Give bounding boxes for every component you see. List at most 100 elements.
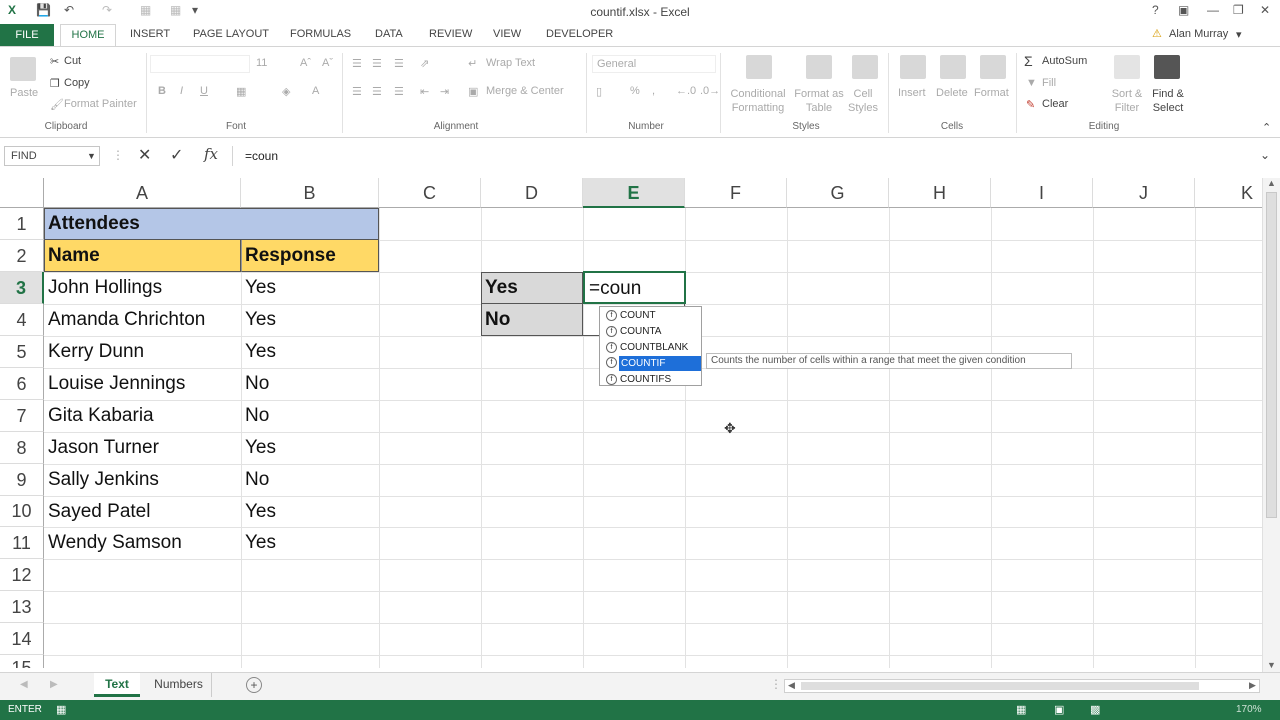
currency-icon[interactable]: ▯ xyxy=(596,85,602,98)
column-header-f[interactable]: F xyxy=(685,178,787,208)
column-header-j[interactable]: J xyxy=(1093,178,1195,208)
autocomplete-item[interactable]: f COUNTBLANK xyxy=(600,340,701,355)
add-sheet-icon[interactable]: + xyxy=(246,677,262,693)
restore-icon[interactable]: ❐ xyxy=(1233,3,1244,17)
cell-a10[interactable]: Sayed Patel xyxy=(44,496,241,527)
cell-a6[interactable]: Louise Jennings xyxy=(44,368,241,400)
wrap-text-icon[interactable]: ↵ xyxy=(468,57,477,70)
row-header-14[interactable]: 14 xyxy=(0,623,44,655)
cell-a8[interactable]: Jason Turner xyxy=(44,432,241,464)
cell-d4[interactable]: No xyxy=(481,304,583,336)
tab-insert[interactable]: INSERT xyxy=(130,28,170,40)
delete-cells-icon[interactable] xyxy=(940,55,966,79)
insert-cells-button[interactable]: Insert xyxy=(898,87,926,99)
row-header-7[interactable]: 7 xyxy=(0,400,44,432)
copy-button[interactable]: Copy xyxy=(64,77,90,89)
copy-icon[interactable]: ❐ xyxy=(50,77,60,90)
scroll-right-icon[interactable]: ▶ xyxy=(1249,680,1256,691)
decrease-indent-icon[interactable]: ⇤ xyxy=(420,85,429,98)
tab-home[interactable]: HOME xyxy=(60,24,116,46)
tab-file[interactable]: FILE xyxy=(0,24,54,46)
row-header-12[interactable]: 12 xyxy=(0,559,44,591)
increase-decimal-icon[interactable]: ←.0 xyxy=(676,85,696,97)
underline-button[interactable]: U xyxy=(200,85,208,97)
format-painter-button[interactable]: Format Painter xyxy=(64,98,137,110)
page-break-view-icon[interactable]: ▩ xyxy=(1090,703,1100,716)
bold-button[interactable]: B xyxy=(158,85,166,97)
find-select-button[interactable]: Find & Select xyxy=(1146,87,1190,115)
font-color-icon[interactable]: A xyxy=(312,85,319,97)
row-header-13[interactable]: 13 xyxy=(0,591,44,623)
align-center-icon[interactable]: ☰ xyxy=(372,85,382,98)
tab-data[interactable]: DATA xyxy=(375,28,403,40)
autocomplete-item[interactable]: f COUNTA xyxy=(600,324,701,339)
increase-font-icon[interactable]: Aˆ xyxy=(300,57,311,69)
column-header-a[interactable]: A xyxy=(44,178,241,208)
name-box-dropdown-icon[interactable]: ▼ xyxy=(87,147,96,165)
select-all-corner[interactable] xyxy=(0,178,44,208)
sort-filter-icon[interactable] xyxy=(1114,55,1140,79)
format-cells-icon[interactable] xyxy=(980,55,1006,79)
cell-styles-icon[interactable] xyxy=(852,55,878,79)
tab-review[interactable]: REVIEW xyxy=(429,28,472,40)
format-as-table-button[interactable]: Format as Table xyxy=(792,87,846,115)
tab-page-layout[interactable]: PAGE LAYOUT xyxy=(193,28,269,40)
delete-cells-button[interactable]: Delete xyxy=(936,87,968,99)
conditional-formatting-button[interactable]: Conditional Formatting xyxy=(728,87,788,115)
zoom-level[interactable]: 170% xyxy=(1236,704,1262,715)
scroll-left-icon[interactable]: ◀ xyxy=(788,680,795,691)
cell-b9[interactable]: No xyxy=(241,464,379,496)
cell-b3[interactable]: Yes xyxy=(241,272,379,304)
number-format-select[interactable]: General xyxy=(592,55,716,73)
align-bottom-icon[interactable]: ☰ xyxy=(394,57,404,70)
cancel-icon[interactable]: ✕ xyxy=(138,145,151,165)
sort-filter-button[interactable]: Sort & Filter xyxy=(1106,87,1148,115)
percent-button[interactable]: % xyxy=(630,85,640,97)
cell-b8[interactable]: Yes xyxy=(241,432,379,464)
column-header-g[interactable]: G xyxy=(787,178,889,208)
format-cells-button[interactable]: Format xyxy=(974,87,1009,99)
column-header-c[interactable]: C xyxy=(379,178,481,208)
horizontal-scroll-thumb[interactable] xyxy=(801,682,1199,690)
borders-icon[interactable]: ▦ xyxy=(236,85,246,98)
merge-icon[interactable]: ▣ xyxy=(468,85,478,98)
user-dropdown-icon[interactable]: ▾ xyxy=(1236,28,1242,41)
binoculars-icon[interactable] xyxy=(1154,55,1180,79)
ribbon-display-icon[interactable]: ▣ xyxy=(1178,3,1189,17)
normal-view-icon[interactable]: ▦ xyxy=(1016,703,1026,716)
column-header-b[interactable]: B xyxy=(241,178,379,208)
paste-icon[interactable] xyxy=(10,57,36,81)
cell-b2[interactable]: Response xyxy=(241,240,379,272)
row-header-10[interactable]: 10 xyxy=(0,496,44,527)
format-as-table-icon[interactable] xyxy=(806,55,832,79)
column-header-e[interactable]: E xyxy=(583,178,685,208)
autosum-button[interactable]: AutoSum xyxy=(1042,55,1087,67)
increase-indent-icon[interactable]: ⇥ xyxy=(440,85,449,98)
row-header-6[interactable]: 6 xyxy=(0,368,44,400)
row-header-3[interactable]: 3 xyxy=(0,272,44,304)
cell-b7[interactable]: No xyxy=(241,400,379,432)
macro-record-icon[interactable]: ▦ xyxy=(56,703,66,716)
row-header-8[interactable]: 8 xyxy=(0,432,44,464)
worksheet-grid[interactable]: A B C D E F G H I J K 1 2 3 4 5 6 7 8 9 … xyxy=(0,178,1262,668)
cell-b6[interactable]: No xyxy=(241,368,379,400)
name-box[interactable]: FIND ▼ xyxy=(4,146,100,166)
align-left-icon[interactable]: ☰ xyxy=(352,85,362,98)
insert-function-button[interactable]: fx xyxy=(204,145,218,163)
cell-b4[interactable]: Yes xyxy=(241,304,379,336)
clear-icon[interactable]: ✎ xyxy=(1026,98,1035,111)
cell-a1[interactable]: Attendees xyxy=(44,208,379,240)
align-right-icon[interactable]: ☰ xyxy=(394,85,404,98)
cell-a2[interactable]: Name xyxy=(44,240,241,272)
sheet-tab-text[interactable]: Text xyxy=(94,673,140,697)
active-cell-e3[interactable]: =coun xyxy=(583,271,686,304)
insert-cells-icon[interactable] xyxy=(900,55,926,79)
decrease-decimal-icon[interactable]: .0→ xyxy=(700,85,720,97)
help-button[interactable]: ? xyxy=(1152,3,1159,17)
font-name-select[interactable] xyxy=(150,55,250,73)
italic-button[interactable]: I xyxy=(180,85,183,97)
cell-b10[interactable]: Yes xyxy=(241,496,379,527)
cell-a7[interactable]: Gita Kabaria xyxy=(44,400,241,432)
paste-button[interactable]: Paste xyxy=(10,87,38,99)
align-top-icon[interactable]: ☰ xyxy=(352,57,362,70)
